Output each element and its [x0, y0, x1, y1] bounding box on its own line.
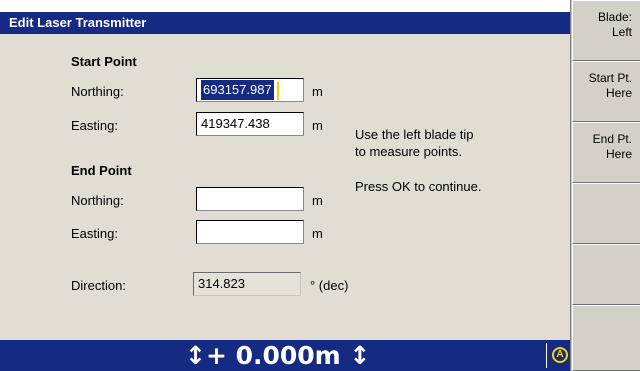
- blade-side-button[interactable]: Blade: Left: [572, 0, 640, 61]
- direction-unit: ° (dec): [310, 278, 349, 293]
- blade-side-line1: Blade:: [597, 10, 632, 24]
- status-divider: [546, 343, 547, 368]
- status-bar: ↕+ 0.000m ↕ A: [0, 340, 580, 371]
- start-northing-unit: m: [312, 84, 323, 99]
- end-easting-unit: m: [312, 226, 323, 241]
- end-northing-label: Northing:: [71, 193, 124, 208]
- direction-label: Direction:: [71, 278, 126, 293]
- info-line-1: Use the left blade tip: [355, 127, 474, 142]
- start-point-heading: Start Point: [71, 54, 137, 69]
- auto-mode-icon[interactable]: A: [552, 347, 568, 363]
- softkey-4-button[interactable]: [572, 183, 640, 244]
- end-pt-line1: End Pt.: [592, 132, 632, 146]
- start-pt-here-button[interactable]: Start Pt. Here: [572, 61, 640, 122]
- info-line-2: to measure points.: [355, 144, 462, 159]
- end-pt-here-button[interactable]: End Pt. Here: [572, 122, 640, 183]
- elevation-readout: ↕+ 0.000m ↕: [185, 341, 371, 370]
- end-northing-input[interactable]: [196, 187, 304, 211]
- edit-laser-dialog: Edit Laser Transmitter Start Point North…: [0, 0, 570, 371]
- direction-value: 314.823: [193, 272, 301, 296]
- dialog-title: Edit Laser Transmitter: [0, 12, 570, 34]
- end-point-heading: End Point: [71, 163, 132, 178]
- softkey-5-button[interactable]: [572, 244, 640, 305]
- end-northing-unit: m: [312, 193, 323, 208]
- softkey-sidebar: Blade: Left Start Pt. Here End Pt. Here: [570, 0, 640, 371]
- start-northing-value: 693157.987: [201, 80, 274, 100]
- start-easting-label: Easting:: [71, 118, 118, 133]
- end-easting-label: Easting:: [71, 226, 118, 241]
- end-pt-line2: Here: [605, 147, 632, 161]
- softkey-6-button[interactable]: [572, 305, 640, 371]
- info-line-3: Press OK to continue.: [355, 179, 482, 194]
- start-easting-unit: m: [312, 118, 323, 133]
- start-easting-input[interactable]: 419347.438: [196, 112, 304, 136]
- text-caret: [276, 81, 279, 100]
- start-northing-input[interactable]: 693157.987: [196, 78, 304, 102]
- end-easting-input[interactable]: [196, 220, 304, 244]
- blade-side-line2: Left: [611, 25, 632, 39]
- start-northing-label: Northing:: [71, 84, 124, 99]
- top-strip: [0, 0, 570, 12]
- start-pt-line1: Start Pt.: [588, 71, 632, 85]
- start-pt-line2: Here: [605, 86, 632, 100]
